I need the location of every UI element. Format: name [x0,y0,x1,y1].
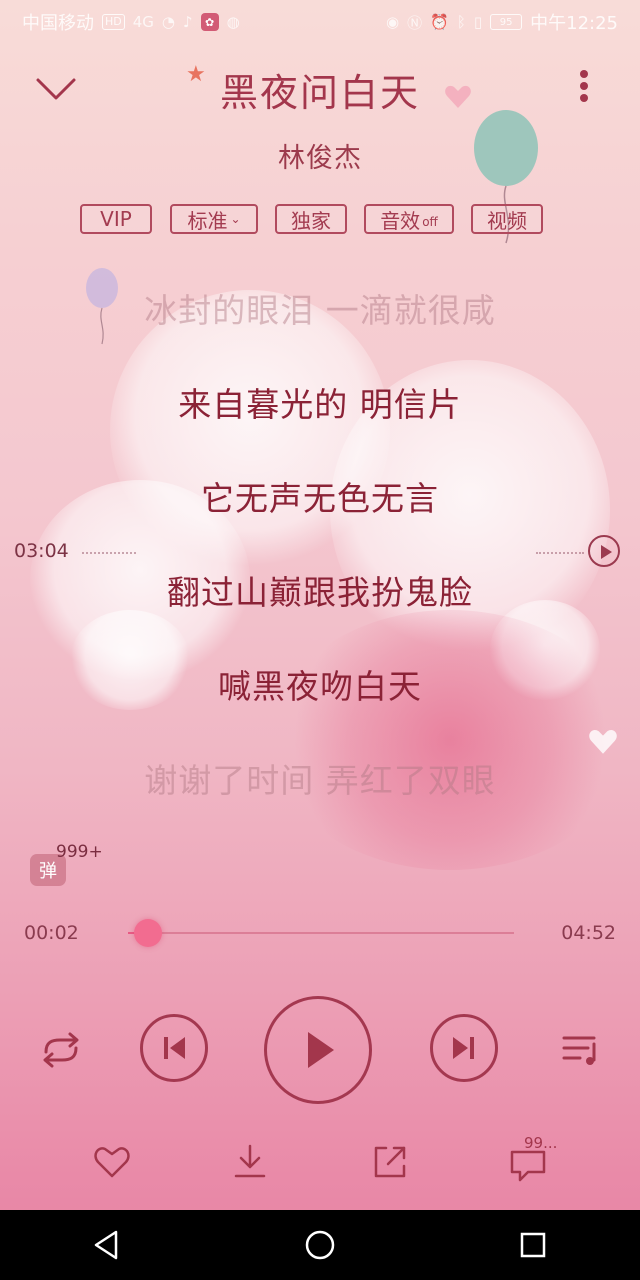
battery-icon: 95 [490,14,523,30]
playlist-icon [562,1036,596,1065]
seek-guide-right [536,552,584,554]
skip-previous-icon [164,1037,185,1059]
song-title: 黑夜问白天 [219,71,420,115]
danmu-button[interactable]: 弹 999+ [28,842,128,894]
skip-next-icon [453,1037,474,1059]
huawei-icon: ✿ [200,13,219,31]
lyric-line: 冰封的眼泪 一滴就很咸 [144,291,496,330]
loop-button[interactable] [36,1030,86,1070]
vibrate-icon: ▯ [473,13,483,31]
download-icon [234,1144,266,1178]
playlist-button[interactable] [560,1030,604,1070]
player-header: ★ 黑夜问白天 [0,52,640,132]
quality-label: 标准 [187,208,228,233]
status-bar: 中国移动 HD 4G ◔ ♪ ✿ ◍ ◉ Ⓝ ⏰ ᛒ ▯ 95 中午12:25 [0,0,640,44]
artist-name[interactable]: 林俊杰 [0,136,640,175]
lyric-line: 谢谢了时间 弄红了双眼 [144,761,496,800]
like-button[interactable] [90,1140,134,1184]
recents-button[interactable] [503,1215,563,1275]
tag-row: VIP 标准 ⌄ 独家 音效 off 视频 [0,204,640,238]
video-label: 视频 [487,208,527,233]
next-button[interactable] [430,1014,498,1082]
lyric-line: 翻过山巅跟我扮鬼脸 [167,573,473,612]
play-icon [308,1032,334,1068]
seek-play-button[interactable] [588,535,620,567]
lyric-line: 来自暮光的 明信片 [178,385,462,424]
exclusive-tag[interactable]: 独家 [275,204,347,234]
quality-selector[interactable]: 标准 ⌄ [170,204,258,234]
vip-tag[interactable]: VIP [80,204,152,234]
seek-time: 03:04 [14,540,69,562]
hd-badge: HD [102,14,125,30]
eye-icon: ◉ [386,13,400,31]
system-nav-bar [0,1210,640,1280]
progress-bar: 00:02 04:52 [0,916,640,952]
lyric-line: 喊黑夜吻白天 [218,667,422,706]
sound-effect-button[interactable]: 音效 off [364,204,454,234]
video-button[interactable]: 视频 [471,204,543,234]
download-button[interactable] [228,1140,272,1184]
exclusive-label: 独家 [291,208,331,233]
alarm-icon: ⏰ [430,13,449,31]
share-icon [374,1146,406,1178]
back-triangle-icon [94,1230,117,1260]
repeat-icon [43,1032,79,1068]
previous-button[interactable] [140,1014,208,1082]
seek-guide-left [82,552,136,554]
progress-thumb[interactable] [134,919,162,947]
share-button[interactable] [368,1140,412,1184]
bluetooth-icon: ᛒ [456,13,466,31]
vip-label: VIP [100,207,132,231]
total-time: 04:52 [561,922,616,944]
back-button[interactable] [77,1215,137,1275]
more-button[interactable] [572,66,596,110]
recents-square-icon [521,1232,546,1258]
home-circle-icon [305,1230,335,1260]
home-button[interactable] [290,1215,350,1275]
heart-deco-icon [589,730,617,754]
sound-effect-state: off [422,215,438,229]
comment-count: 99... [524,1134,558,1152]
progress-track[interactable] [128,919,514,947]
comment-button[interactable]: 99... [506,1134,566,1184]
heart-icon [94,1147,130,1178]
playback-controls [0,996,640,1106]
bottom-actions: 99... [0,1134,640,1190]
danmu-count: 999+ [56,842,103,862]
play-button[interactable] [264,996,372,1104]
music-icon: ♪ [183,13,193,31]
status-time: 中午12:25 [530,13,618,34]
nfc-icon: Ⓝ [407,13,423,32]
carrier-label: 中国移动 [22,13,94,34]
notification-icon: ◔ [161,13,176,31]
signal-label: 4G [132,13,154,31]
lyric-line: 它无声无色无言 [201,479,439,518]
current-time: 00:02 [24,922,79,944]
sound-effect-label: 音效 [380,208,421,233]
message-icon: ◍ [226,13,240,31]
lyric-seek-indicator: 03:04 [0,535,640,568]
more-vertical-icon [580,70,588,102]
chevron-down-icon: ⌄ [230,212,241,226]
